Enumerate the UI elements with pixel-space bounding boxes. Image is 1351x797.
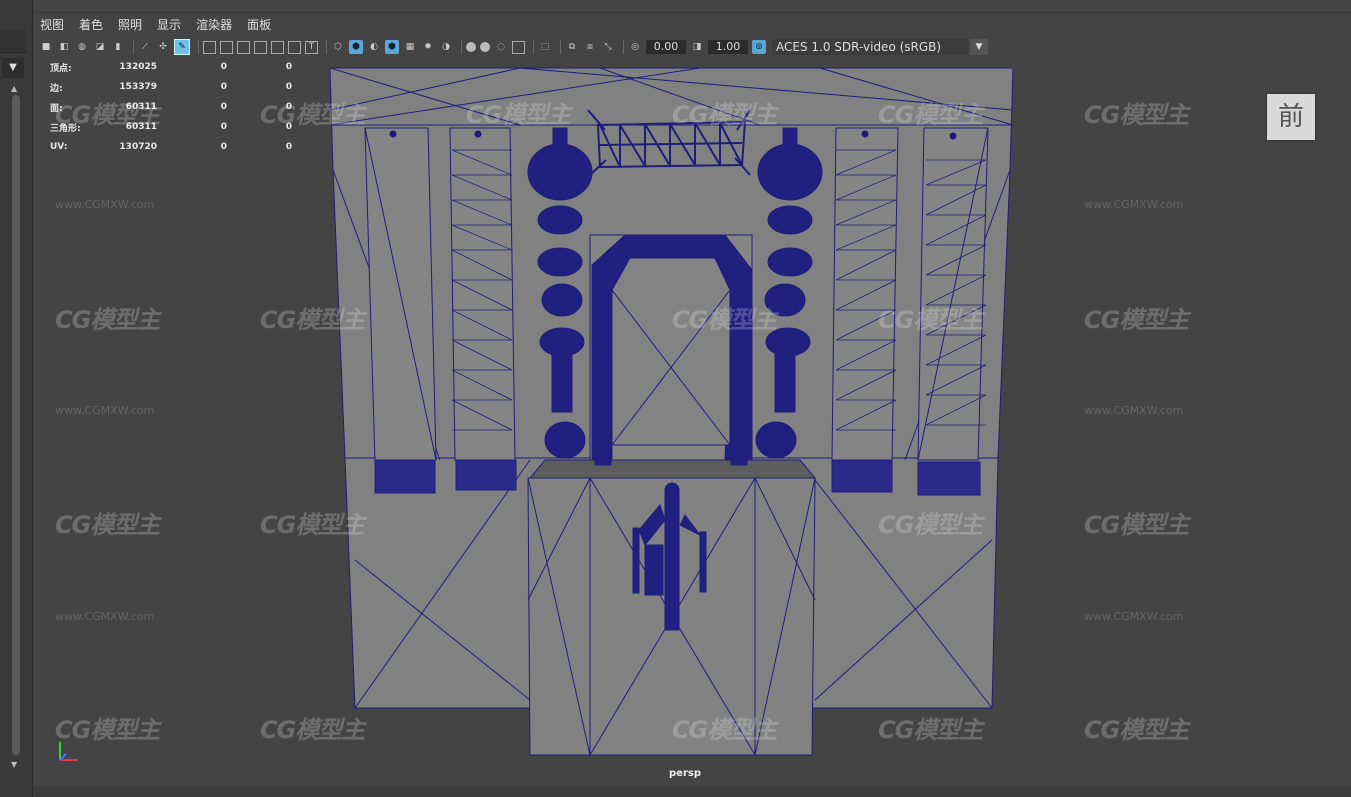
watermark-logo: CG模型主 [55, 101, 160, 129]
watermark-logo: CG模型主 [1084, 716, 1189, 744]
watermark-url: www.CGMXW.com [1084, 198, 1184, 211]
watermark-logo: CG模型主 [260, 306, 365, 334]
watermark-logo: CG模型主 [878, 306, 983, 334]
watermark-logo: CG模型主 [260, 101, 365, 129]
watermark-logo: CG模型主 [55, 716, 160, 744]
watermark-logo: CG模型主 [1084, 511, 1189, 539]
watermark-logo: CG模型主 [55, 511, 160, 539]
viewport-bottom-border [33, 786, 1351, 797]
watermark-url: www.CGMXW.com [1084, 610, 1184, 623]
watermark-url: www.CGMXW.com [55, 610, 155, 623]
watermark-logo: CG模型主 [1084, 306, 1189, 334]
watermark-logo: CG模型主 [260, 511, 365, 539]
watermark-logo: CG模型主 [55, 306, 160, 334]
watermark-logo: CG模型主 [260, 716, 365, 744]
watermark-logo: CG模型主 [672, 101, 777, 129]
watermark-logo: CG模型主 [672, 306, 777, 334]
watermark-logo: CG模型主 [1084, 101, 1189, 129]
camera-name-label: persp [669, 768, 701, 779]
watermark-logo: CG模型主 [878, 511, 983, 539]
watermark-url: www.CGMXW.com [55, 198, 155, 211]
watermark-logo: CG模型主 [466, 101, 571, 129]
watermark-url: www.CGMXW.com [1084, 404, 1184, 417]
watermark-logo: CG模型主 [672, 716, 777, 744]
watermark-url: www.CGMXW.com [55, 404, 155, 417]
watermark-logo: CG模型主 [878, 101, 983, 129]
watermark-logo: CG模型主 [878, 716, 983, 744]
view-cube[interactable]: 前 [1267, 94, 1315, 140]
